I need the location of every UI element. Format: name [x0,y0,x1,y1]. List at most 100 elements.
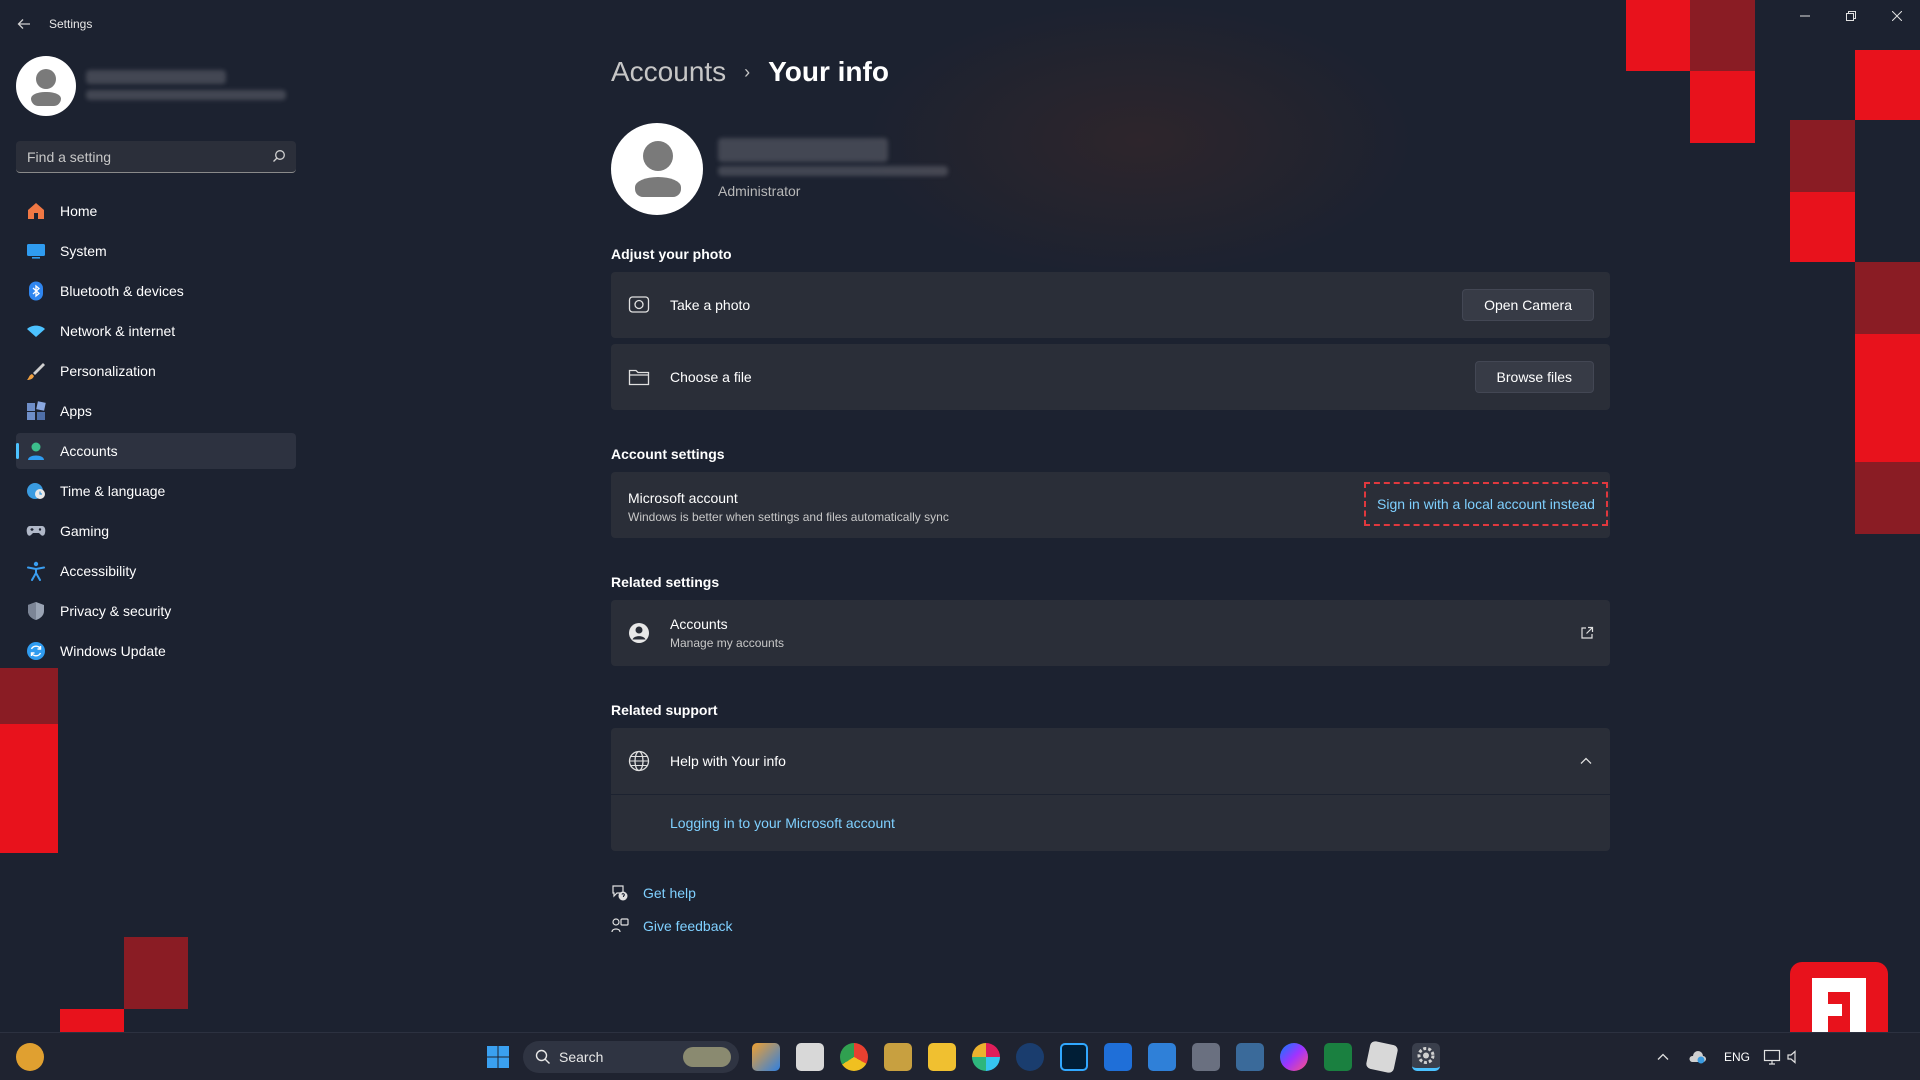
sidebar-item-label: Gaming [60,523,110,539]
breadcrumb: Accounts › Your info [611,56,889,88]
deco-block [1855,50,1920,120]
user-profile[interactable] [16,56,296,120]
chrome-icon[interactable] [840,1043,868,1071]
task-view-icon[interactable] [796,1043,824,1071]
restore-icon [1846,11,1856,21]
search-icon [535,1049,550,1064]
start-button[interactable] [484,1043,512,1071]
open-camera-button[interactable]: Open Camera [1462,289,1594,321]
restore-button[interactable] [1828,0,1874,32]
title-bar: Settings [0,0,1920,48]
sidebar-item-windows-update[interactable]: Windows Update [16,633,296,669]
sidebar-item-label: Personalization [60,363,156,379]
accounts-related-label: Accounts [670,616,728,632]
take-photo-label: Take a photo [670,297,751,313]
bluetooth-icon [26,281,46,301]
give-feedback-row: Give feedback [611,917,733,935]
browse-files-button[interactable]: Browse files [1474,361,1594,393]
get-help-link[interactable]: Get help [643,885,696,901]
taskbar-search[interactable]: Search [523,1041,739,1073]
arrow-left-icon [17,19,30,29]
help-link-microsoft-login[interactable]: Logging in to your Microsoft account [670,815,895,831]
get-help-row: Get help [611,884,696,902]
sidebar-item-time-language[interactable]: Time & language [16,473,296,509]
store-icon[interactable] [1148,1043,1176,1071]
game-icon[interactable] [1324,1043,1352,1071]
sidebar-item-label: Bluetooth & devices [60,283,184,299]
windows-logo-icon [487,1046,509,1068]
league-icon[interactable] [884,1043,912,1071]
roblox-icon[interactable] [1365,1040,1399,1074]
sync-icon [26,641,46,661]
deco-block [1855,262,1920,334]
sidebar-item-label: Time & language [60,483,166,499]
sidebar-item-system[interactable]: System [16,233,296,269]
slack-icon[interactable] [972,1043,1000,1071]
choose-file-card: Choose a file Browse files [611,344,1610,410]
sidebar-item-label: Home [60,203,98,219]
redacted-user-email [86,90,286,100]
close-icon [1892,11,1902,21]
sidebar-item-privacy-security[interactable]: Privacy & security [16,593,296,629]
shield-icon [26,601,46,621]
gear-icon [1417,1047,1435,1064]
search-input[interactable] [16,141,296,172]
photos-icon[interactable] [1236,1043,1264,1071]
calculator-icon[interactable] [1192,1043,1220,1071]
monitor-icon [26,241,46,261]
brush-icon [26,361,46,381]
microsoft-account-card: Microsoft account Windows is better when… [611,472,1610,538]
language-indicator[interactable]: ENG [1724,1050,1750,1064]
breadcrumb-separator: › [744,61,751,82]
settings-app-icon[interactable] [1412,1043,1440,1071]
sidebar-item-accounts[interactable]: Accounts [16,433,296,469]
take-photo-card: Take a photo Open Camera [611,272,1610,338]
camera-icon [628,296,650,313]
globe-clock-icon [26,481,46,501]
weather-icon[interactable] [16,1043,44,1071]
network-icon[interactable] [1763,1048,1781,1066]
local-account-link[interactable]: Sign in with a local account instead [1364,482,1608,526]
prime-video-icon[interactable] [1104,1043,1132,1071]
chevron-up-icon [1580,757,1592,764]
sidebar-item-apps[interactable]: Apps [16,393,296,429]
search-icon[interactable] [272,149,286,163]
gamepad-icon [26,521,46,541]
help-expander-header[interactable]: Help with Your info [611,728,1610,794]
section-title-account-settings: Account settings [611,446,725,462]
sidebar-item-accessibility[interactable]: Accessibility [16,553,296,589]
sidebar-item-bluetooth[interactable]: Bluetooth & devices [16,273,296,309]
minimize-button[interactable] [1782,0,1828,32]
deco-block [1855,462,1920,534]
sidebar-item-home[interactable]: Home [16,193,296,229]
sidebar-item-label: System [60,243,107,259]
sidebar-item-personalization[interactable]: Personalization [16,353,296,389]
settings-search [16,141,296,173]
person-icon [26,441,46,461]
photoshop-icon[interactable] [1060,1043,1088,1071]
sidebar-item-label: Network & internet [60,323,176,339]
taskbar-search-label: Search [559,1049,604,1065]
sidebar-item-network[interactable]: Network & internet [16,313,296,349]
home-icon [26,201,46,221]
microsoft-account-description: Windows is better when settings and file… [628,510,949,524]
back-button[interactable] [12,12,36,36]
file-explorer-icon[interactable] [928,1043,956,1071]
give-feedback-link[interactable]: Give feedback [643,918,733,934]
sidebar-item-label: Accessibility [60,563,137,579]
messenger-icon[interactable] [1280,1043,1308,1071]
onedrive-icon[interactable] [1688,1049,1706,1065]
apps-icon [26,401,46,421]
volume-icon[interactable] [1786,1049,1802,1065]
window-controls [1782,0,1920,32]
help-chat-icon [612,885,628,901]
sidebar-item-gaming[interactable]: Gaming [16,513,296,549]
accounts-related-card[interactable]: Accounts Manage my accounts [611,600,1610,666]
widgets-icon[interactable] [752,1043,780,1071]
close-button[interactable] [1874,0,1920,32]
deco-block [1690,71,1755,143]
chevron-up-icon[interactable] [1657,1052,1669,1062]
steam-icon[interactable] [1016,1043,1044,1071]
breadcrumb-parent[interactable]: Accounts [611,56,726,88]
deco-block [1790,120,1855,192]
